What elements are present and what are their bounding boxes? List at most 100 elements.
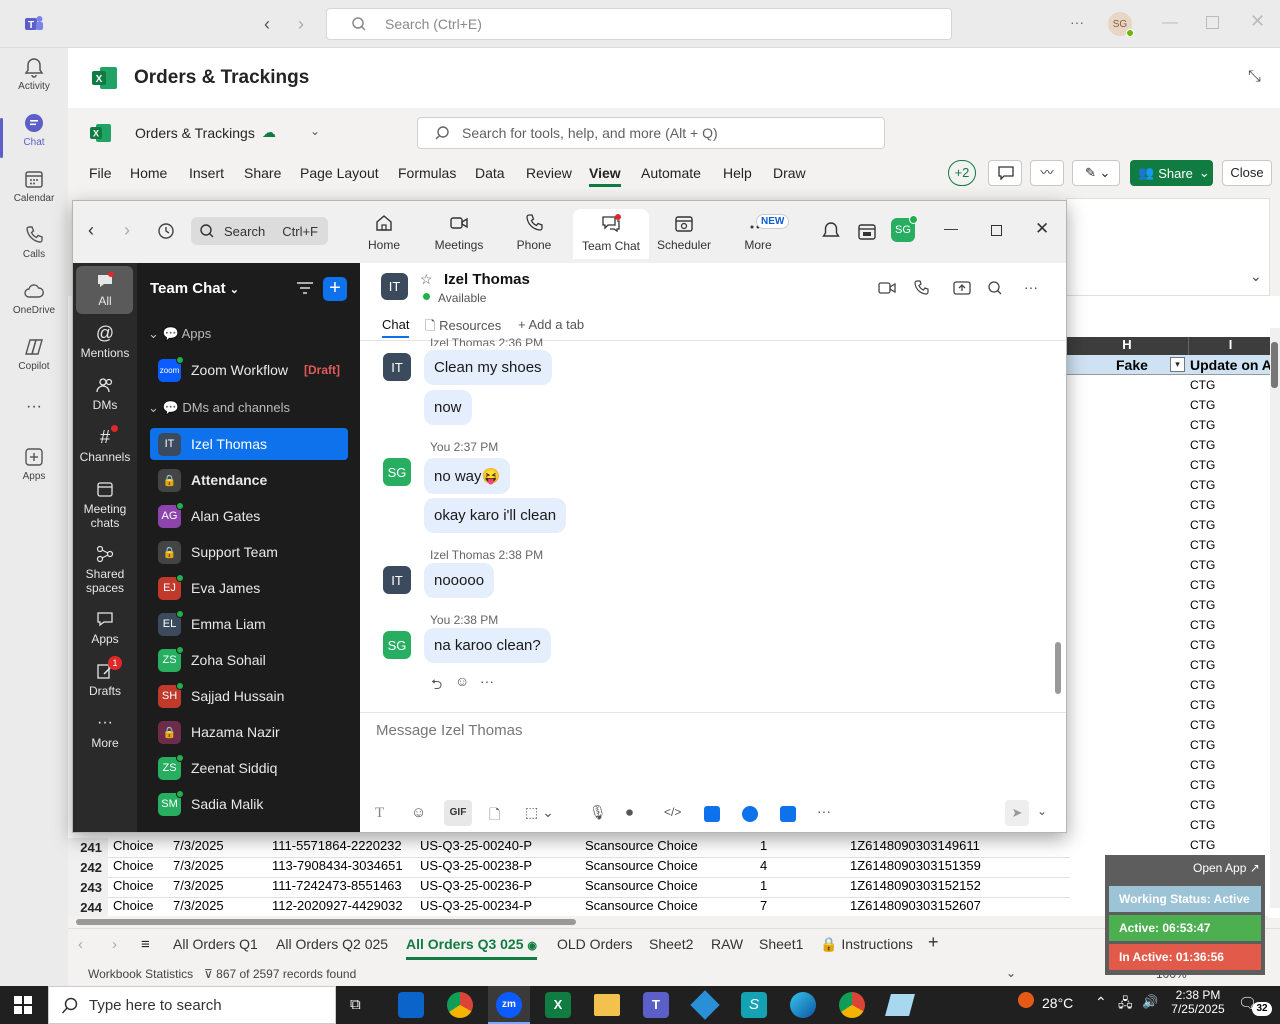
taskbar-search[interactable]: Type here to search <box>48 986 336 1024</box>
prev-sheet-icon[interactable]: ‹ <box>78 936 83 953</box>
table-cell[interactable]: Scansource Choice <box>585 858 698 873</box>
new-chat-button[interactable]: + <box>323 277 347 301</box>
table-cell[interactable]: Scansource Choice <box>585 838 698 853</box>
table-cell[interactable]: 1Z6148090303152607 <box>850 898 981 913</box>
whiteboard-icon[interactable] <box>742 806 758 822</box>
edge-icon[interactable] <box>790 992 816 1018</box>
cell-update-ctg[interactable]: CTG <box>1190 518 1215 532</box>
menu-automate[interactable]: Automate <box>641 165 701 181</box>
minimize-icon[interactable]: — <box>1162 14 1178 32</box>
table-cell[interactable]: US-Q3-25-00236-P <box>420 878 532 893</box>
back-arrow-icon[interactable]: ‹ <box>88 220 94 241</box>
menu-share[interactable]: Share <box>244 165 281 181</box>
cell-update-ctg[interactable]: CTG <box>1190 418 1215 432</box>
sidebar-more[interactable]: ··· More <box>73 714 137 750</box>
comments-button[interactable] <box>988 160 1022 186</box>
collapse-icon[interactable]: ⤡ <box>1248 68 1261 86</box>
send-icon[interactable]: ➤ <box>1005 800 1029 826</box>
vertical-scrollbar[interactable] <box>1270 328 1280 908</box>
cell-update-ctg[interactable]: CTG <box>1190 758 1215 772</box>
notifications-bell-icon[interactable] <box>821 221 841 241</box>
nav-meetings[interactable]: Meetings <box>421 213 497 252</box>
table-cell[interactable]: 7/3/2025 <box>173 898 224 913</box>
sheet-tab[interactable]: All Orders Q2 025 <box>276 936 388 952</box>
cell-update-ctg[interactable]: CTG <box>1190 558 1215 572</box>
cell-update-ctg[interactable]: CTG <box>1190 678 1215 692</box>
cell-update-ctg[interactable]: CTG <box>1190 738 1215 752</box>
menu-draw[interactable]: Draw <box>773 165 806 181</box>
outlook-icon[interactable] <box>398 992 424 1018</box>
video-call-icon[interactable] <box>878 280 896 296</box>
chrome-icon[interactable] <box>447 992 473 1018</box>
row-number[interactable]: 241 <box>68 838 108 858</box>
chevron-down-icon[interactable]: ⌄ <box>1006 966 1016 980</box>
cell-update-ctg[interactable]: CTG <box>1190 498 1215 512</box>
phone-call-icon[interactable] <box>914 280 930 296</box>
cell-update-ctg[interactable]: CTG <box>1190 718 1215 732</box>
contact-item[interactable]: 🔒 Attendance <box>150 464 348 496</box>
minimize-icon[interactable]: — <box>944 220 958 236</box>
menu-page-layout[interactable]: Page Layout <box>300 165 379 181</box>
sheet-tab[interactable]: OLD Orders <box>557 936 632 952</box>
menu-file[interactable]: File <box>89 165 112 181</box>
table-cell[interactable]: 7/3/2025 <box>173 858 224 873</box>
contact-item[interactable]: AG Alan Gates <box>150 500 348 532</box>
column-header-i[interactable]: I <box>1188 337 1272 355</box>
next-sheet-icon[interactable]: › <box>112 936 117 953</box>
menu-formulas[interactable]: Formulas <box>398 165 456 181</box>
close-icon[interactable]: ✕ <box>1035 219 1049 239</box>
nav-home[interactable]: Home <box>346 213 422 252</box>
contact-item[interactable]: IT Izel Thomas <box>150 428 348 460</box>
message-bubble[interactable]: nooooo <box>424 563 495 598</box>
contact-item[interactable]: 🔒 Support Team <box>150 536 348 568</box>
microphone-icon[interactable]: 🎙 <box>589 804 607 821</box>
cell-update-ctg[interactable]: CTG <box>1190 638 1215 652</box>
message-bubble[interactable]: Clean my shoes <box>424 350 552 385</box>
rail-calls[interactable]: Calls <box>0 224 68 276</box>
cell-update-ctg[interactable]: CTG <box>1190 598 1215 612</box>
cell-update-ctg[interactable]: CTG <box>1190 838 1215 852</box>
zoom-taskbar-active[interactable]: zm <box>488 986 530 1024</box>
clock[interactable]: 2:38 PM 7/25/2025 <box>1168 988 1228 1016</box>
message-bubble[interactable]: okay karo i'll clean <box>424 498 567 533</box>
more-options-icon[interactable]: ··· <box>480 673 494 689</box>
table-cell[interactable]: Choice <box>113 838 153 853</box>
team-chat-dropdown[interactable]: Team Chat ⌄ <box>150 280 239 297</box>
table-cell[interactable]: Choice <box>113 898 153 913</box>
cell-update-ctg[interactable]: CTG <box>1190 778 1215 792</box>
zoom-search-input[interactable]: Search Ctrl+F <box>191 217 328 245</box>
table-cell[interactable]: US-Q3-25-00234-P <box>420 898 532 913</box>
more-options-icon[interactable]: ··· <box>1024 279 1038 295</box>
sidebar-apps[interactable]: Apps <box>73 610 137 646</box>
sheet-tab[interactable]: All Orders Q1 <box>173 936 258 952</box>
star-icon[interactable]: ☆ <box>420 271 433 288</box>
table-cell[interactable]: 7/3/2025 <box>173 878 224 893</box>
contact-avatar[interactable]: IT <box>381 273 408 300</box>
cell-update-ctg[interactable]: CTG <box>1190 618 1215 632</box>
sheet-tab[interactable]: Sheet2 <box>649 936 693 952</box>
emoji-icon[interactable]: ☺ <box>411 804 426 821</box>
menu-data[interactable]: Data <box>475 165 505 181</box>
sheet-tab-active[interactable]: All Orders Q3 025 ◉ <box>406 936 538 960</box>
rail-onedrive[interactable]: OneDrive <box>0 280 68 332</box>
table-cell[interactable]: 1 <box>760 878 767 893</box>
cell-update-ctg[interactable]: CTG <box>1190 658 1215 672</box>
table-cell[interactable]: US-Q3-25-00238-P <box>420 858 532 873</box>
menu-review[interactable]: Review <box>526 165 572 181</box>
forward-arrow-icon[interactable]: › <box>124 220 130 241</box>
app-item-zoom-workflow[interactable]: zoom Zoom Workflow [Draft] <box>150 354 348 386</box>
scrollbar-thumb[interactable] <box>76 919 576 925</box>
table-cell[interactable]: 7/3/2025 <box>173 838 224 853</box>
back-arrow-icon[interactable]: ‹ <box>264 14 270 35</box>
sheet-tab[interactable]: Sheet1 <box>759 936 803 952</box>
nav-team-chat[interactable]: Team Chat <box>573 209 649 259</box>
code-icon[interactable]: </> <box>664 805 681 819</box>
text-format-icon[interactable]: T <box>375 805 384 822</box>
cell-update-ctg[interactable]: CTG <box>1190 398 1215 412</box>
cell-update-ctg[interactable]: CTG <box>1190 698 1215 712</box>
search-icon[interactable] <box>987 280 1003 296</box>
teams-search-input[interactable]: Search (Ctrl+E) <box>326 8 952 40</box>
filter-icon[interactable] <box>296 280 314 296</box>
contact-item[interactable]: SH Sajjad Hussain <box>150 680 348 712</box>
row-number[interactable]: 243 <box>68 878 108 898</box>
